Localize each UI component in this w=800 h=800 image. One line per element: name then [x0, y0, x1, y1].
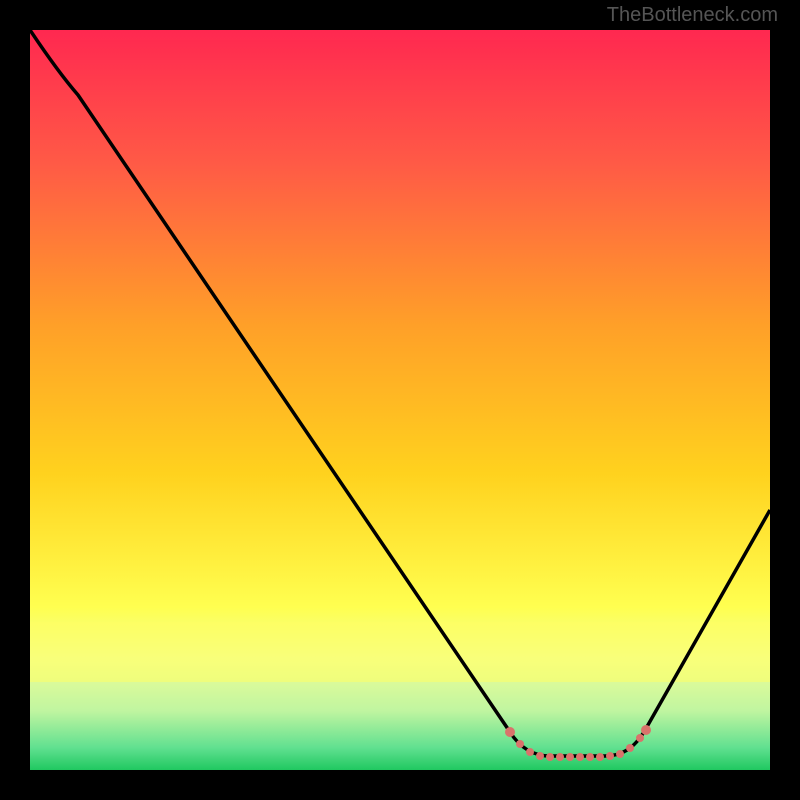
- chart-area: [30, 30, 770, 770]
- watermark-text: TheBottleneck.com: [607, 4, 778, 27]
- chart-background-gradient: [30, 30, 770, 770]
